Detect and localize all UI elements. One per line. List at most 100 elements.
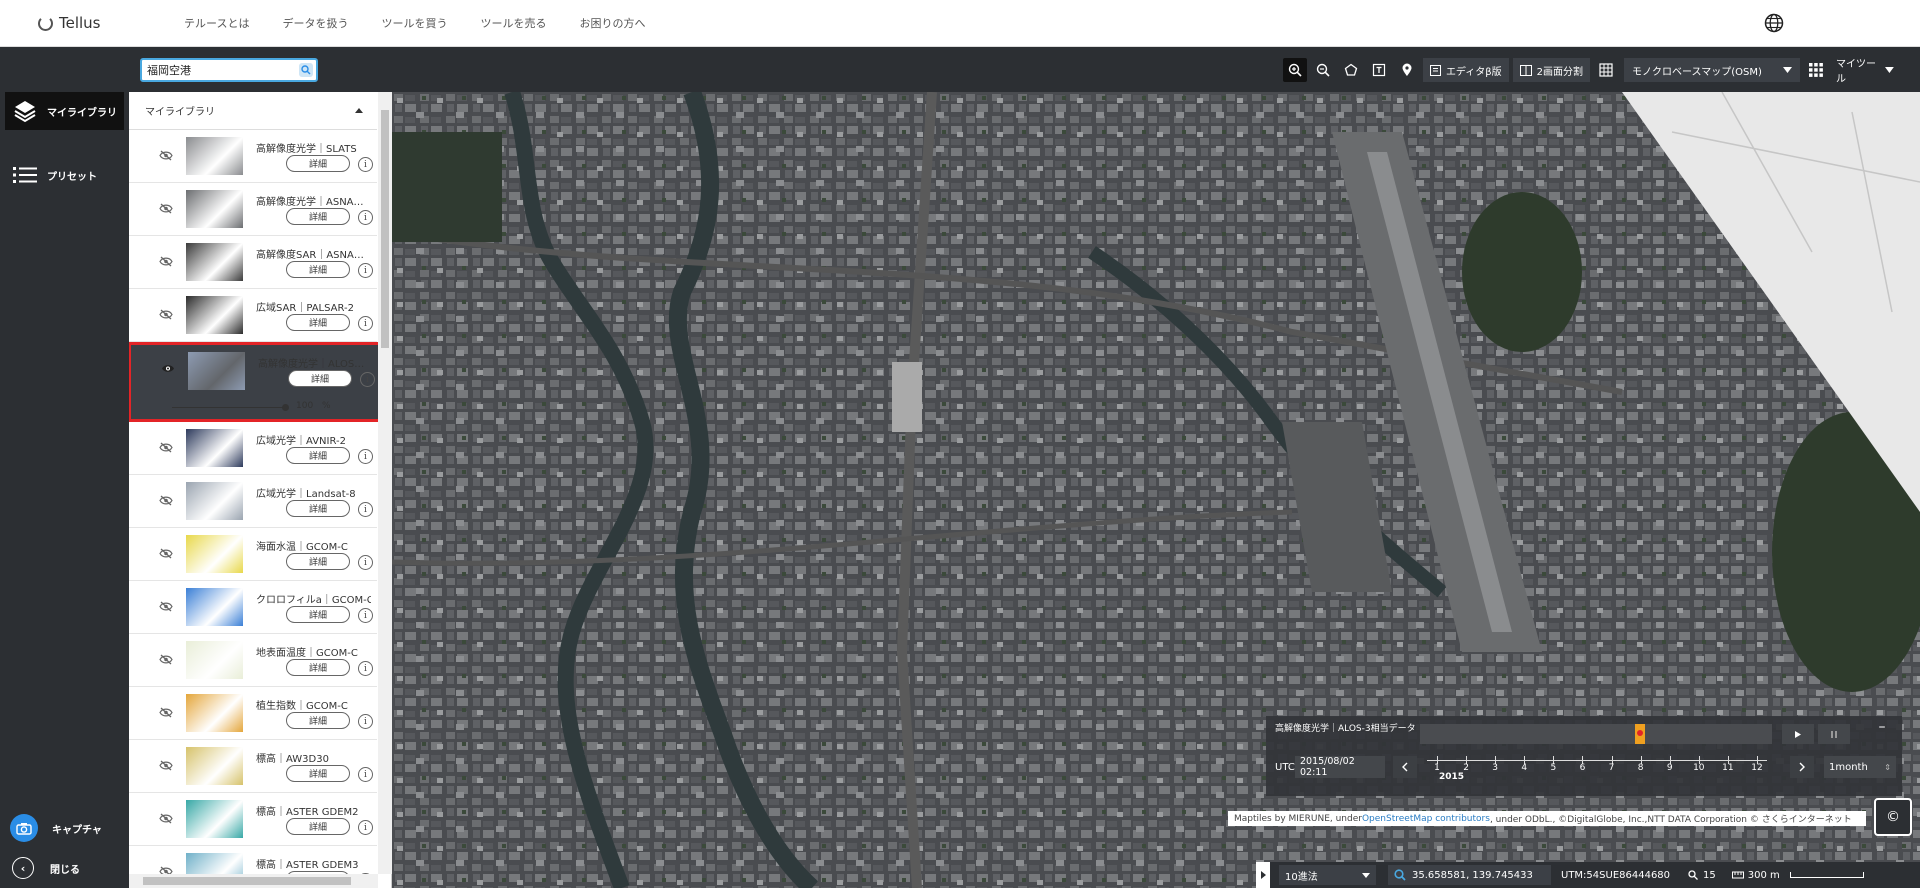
info-icon[interactable]: i xyxy=(358,157,373,172)
info-icon[interactable]: i xyxy=(358,449,373,464)
panel-horizontal-scrollbar[interactable] xyxy=(129,874,378,888)
editor-button[interactable]: エディタβ版 xyxy=(1422,58,1509,82)
hidden-eye-icon[interactable] xyxy=(159,601,173,612)
basemap-select[interactable]: モノクロベースマップ(OSM) xyxy=(1624,58,1800,82)
coordinate-search[interactable]: 35.658581, 139.745433 xyxy=(1388,865,1551,885)
tellus-logo[interactable]: Tellus xyxy=(38,14,148,32)
hidden-eye-icon[interactable] xyxy=(159,309,173,320)
play-button[interactable] xyxy=(1782,724,1814,744)
close-sidebar-button[interactable]: ‹ 閉じる xyxy=(12,857,80,879)
panel-vertical-scrollbar[interactable] xyxy=(378,92,392,874)
globe-icon[interactable] xyxy=(1764,13,1784,33)
caret-right-icon xyxy=(1260,871,1266,879)
text-tool-icon[interactable] xyxy=(1367,58,1391,82)
detail-button[interactable]: 詳細 xyxy=(286,765,350,782)
info-icon[interactable]: i xyxy=(358,608,373,623)
mytools-select[interactable]: マイツール xyxy=(1828,58,1902,85)
hidden-eye-icon[interactable] xyxy=(159,256,173,267)
month-label: 12 xyxy=(1751,763,1763,773)
info-icon[interactable]: i xyxy=(360,372,375,387)
prev-time-button[interactable] xyxy=(1393,756,1417,778)
info-icon[interactable]: i xyxy=(358,316,373,331)
library-item[interactable]: 海面水温｜GCOM-C 詳細 i xyxy=(129,528,377,581)
visible-eye-icon[interactable] xyxy=(161,363,175,374)
month-scale[interactable]: 1 2 3 4 5 6 7 8 9 10 11 12 2015 xyxy=(1427,752,1767,782)
interval-select[interactable]: 1month ⇕ xyxy=(1824,756,1896,778)
hidden-eye-icon[interactable] xyxy=(159,150,173,161)
nav-link-help[interactable]: お困りの方へ xyxy=(579,15,645,31)
pin-tool-icon[interactable] xyxy=(1395,58,1419,82)
info-icon[interactable]: i xyxy=(358,263,373,278)
scrollbar-thumb[interactable] xyxy=(381,110,389,348)
info-icon[interactable]: i xyxy=(358,714,373,729)
library-item[interactable]: 高解像度光学｜ASNA… 詳細 i xyxy=(129,183,377,236)
opacity-slider-handle[interactable] xyxy=(282,404,289,411)
hidden-eye-icon[interactable] xyxy=(159,495,173,506)
opacity-slider[interactable] xyxy=(172,404,289,411)
status-toggle-button[interactable] xyxy=(1256,862,1270,888)
info-icon[interactable]: i xyxy=(358,502,373,517)
zoom-out-tool-icon[interactable] xyxy=(1311,58,1335,82)
detail-button[interactable]: 詳細 xyxy=(286,606,350,623)
library-item[interactable]: クロロフィルa｜GCOM-C 詳細 i xyxy=(129,581,377,634)
nav-link-buy-tools[interactable]: ツールを買う xyxy=(381,15,447,31)
hidden-eye-icon[interactable] xyxy=(159,548,173,559)
timeline-track[interactable] xyxy=(1420,724,1772,744)
zoom-in-tool-icon[interactable] xyxy=(1282,58,1307,82)
info-icon[interactable]: i xyxy=(358,555,373,570)
hidden-eye-icon[interactable] xyxy=(159,813,173,824)
minimize-button[interactable]: – xyxy=(1871,720,1893,736)
split-view-button[interactable]: 2画面分割 xyxy=(1512,58,1590,82)
nav-link-sell-tools[interactable]: ツールを売る xyxy=(480,15,546,31)
search-icon[interactable] xyxy=(299,63,313,77)
coordinate-format-select[interactable]: 10進法 xyxy=(1279,865,1376,885)
hidden-eye-icon[interactable] xyxy=(159,203,173,214)
library-panel-header[interactable]: マイライブラリ xyxy=(129,92,377,130)
detail-button[interactable]: 詳細 xyxy=(286,500,350,517)
info-icon[interactable]: i xyxy=(358,661,373,676)
library-item[interactable]: 広域光学｜Landsat-8 詳細 i xyxy=(129,475,377,528)
detail-button[interactable]: 詳細 xyxy=(286,314,350,331)
info-icon[interactable]: i xyxy=(358,767,373,782)
detail-button[interactable]: 詳細 xyxy=(286,261,350,278)
info-icon[interactable]: i xyxy=(358,820,373,835)
detail-button[interactable]: 詳細 xyxy=(288,370,352,387)
library-item[interactable]: 標高｜AW3D30 詳細 i xyxy=(129,740,377,793)
library-item[interactable]: 高解像度光学｜SLATS 詳細 i xyxy=(129,130,377,183)
hidden-eye-icon[interactable] xyxy=(159,707,173,718)
pause-button[interactable] xyxy=(1818,724,1850,744)
hidden-eye-icon[interactable] xyxy=(159,760,173,771)
library-item-selected[interactable]: 高解像度光学｜ALOS… 詳細 i 100% xyxy=(129,342,382,422)
capture-button[interactable]: キャプチャ xyxy=(10,814,102,842)
hidden-eye-icon[interactable] xyxy=(159,442,173,453)
library-item[interactable]: 高解像度SAR｜ASNA… 詳細 i xyxy=(129,236,377,289)
apps-grid-icon[interactable] xyxy=(1804,58,1828,82)
grid-toggle-icon[interactable] xyxy=(1594,58,1618,82)
sidebar-item-preset[interactable]: プリセット xyxy=(5,156,124,194)
detail-button[interactable]: 詳細 xyxy=(286,155,350,172)
search-input[interactable]: 福岡空港 xyxy=(140,58,318,82)
library-item[interactable]: 植生指数｜GCOM-C 詳細 i xyxy=(129,687,377,740)
detail-button[interactable]: 詳細 xyxy=(286,208,350,225)
scrollbar-thumb[interactable] xyxy=(143,877,351,885)
detail-button[interactable]: 詳細 xyxy=(286,659,350,676)
detail-button[interactable]: 詳細 xyxy=(286,818,350,835)
polygon-tool-icon[interactable] xyxy=(1339,58,1363,82)
library-item[interactable]: 広域光学｜AVNIR-2 詳細 i xyxy=(129,422,377,475)
detail-button[interactable]: 詳細 xyxy=(286,553,350,570)
datetime-field[interactable]: 2015/08/02 02:11 xyxy=(1295,756,1385,778)
nav-link-data[interactable]: データを扱う xyxy=(282,15,348,31)
timeline-handle[interactable] xyxy=(1634,724,1645,744)
hidden-eye-icon[interactable] xyxy=(159,654,173,665)
info-icon[interactable]: i xyxy=(358,210,373,225)
library-item[interactable]: 標高｜ASTER GDEM2 詳細 i xyxy=(129,793,377,846)
copyright-button[interactable]: © xyxy=(1874,798,1912,836)
next-time-button[interactable] xyxy=(1790,756,1814,778)
detail-button[interactable]: 詳細 xyxy=(286,447,350,464)
detail-button[interactable]: 詳細 xyxy=(286,712,350,729)
library-item[interactable]: 広域SAR｜PALSAR-2 詳細 i xyxy=(129,289,377,342)
nav-link-about[interactable]: テルースとは xyxy=(184,15,249,31)
library-item[interactable]: 地表面温度｜GCOM-C 詳細 i xyxy=(129,634,377,687)
sidebar-item-library[interactable]: マイライブラリ xyxy=(5,92,124,130)
osm-contributors-link[interactable]: OpenStreetMap contributors xyxy=(1362,814,1490,824)
